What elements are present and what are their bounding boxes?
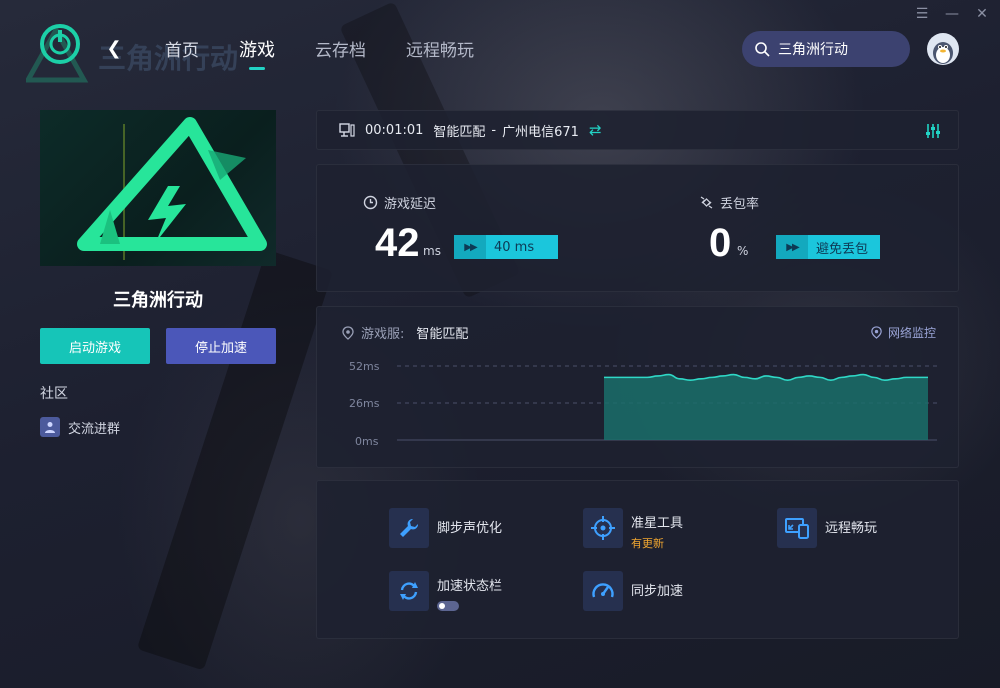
start-game-button[interactable]: 启动游戏 xyxy=(40,328,150,364)
close-icon[interactable]: ✕ xyxy=(974,6,990,22)
game-cover xyxy=(40,110,276,266)
latency-area-fill xyxy=(604,374,928,440)
stats-panel: 游戏延迟 42 ms ▶▶ 40 ms 丢包率 0 % ▶▶ 避免丢包 xyxy=(316,164,959,292)
delta-logo-icon xyxy=(77,117,267,260)
community-heading: 社区 xyxy=(40,386,68,402)
latency-unit: ms xyxy=(423,244,441,258)
latency-value: 42 xyxy=(375,221,420,265)
tab-remote-play[interactable]: 远程畅玩 xyxy=(406,36,474,70)
separator: - xyxy=(491,122,497,138)
y-tick-label: 26ms xyxy=(349,397,380,410)
session-timer: 00:01:01 xyxy=(365,122,424,138)
wrench-icon xyxy=(389,508,429,548)
minimize-icon[interactable]: — xyxy=(944,6,960,22)
search-box[interactable]: 三角洲行动 xyxy=(742,31,910,67)
location-pin-icon xyxy=(871,326,882,339)
tool-label: 加速状态栏 xyxy=(437,579,503,594)
tool-remote-play[interactable]: 远程畅玩 xyxy=(777,508,877,548)
server-value: 智能匹配 xyxy=(416,327,469,342)
tool-label: 准星工具 xyxy=(631,516,684,531)
menu-icon[interactable]: ☰ xyxy=(914,6,930,22)
clock-icon xyxy=(363,195,378,210)
update-badge: 有更新 xyxy=(631,537,664,550)
location-pin-icon xyxy=(342,325,354,340)
crosshair-icon xyxy=(583,508,623,548)
background-rifle xyxy=(136,249,334,671)
loss-label: 丢包率 xyxy=(720,197,760,212)
fast-forward-icon: ▶▶ xyxy=(776,235,808,259)
tool-label: 同步加速 xyxy=(631,584,684,599)
broken-link-icon xyxy=(700,196,713,209)
game-title: 三角洲行动 xyxy=(113,290,203,311)
network-monitor-label: 网络监控 xyxy=(887,326,936,340)
refresh-icon xyxy=(389,571,429,611)
latency-label: 游戏延迟 xyxy=(384,197,437,212)
server-label: 游戏服: xyxy=(361,327,405,342)
search-icon xyxy=(755,42,770,57)
match-mode: 智能匹配 xyxy=(433,124,486,140)
main-nav: 首页 游戏 云存档 远程畅玩 xyxy=(165,36,474,70)
loss-badge[interactable]: ▶▶ 避免丢包 xyxy=(776,235,880,259)
tool-label: 远程畅玩 xyxy=(825,521,878,536)
status-bar-toggle[interactable] xyxy=(437,601,459,611)
connection-status-bar: 00:01:01 智能匹配 - 广州电信671 ⇄ xyxy=(316,110,959,150)
remote-screen-icon xyxy=(777,508,817,548)
game-server-info: 游戏服: 智能匹配 xyxy=(341,323,468,342)
avatar[interactable] xyxy=(927,33,959,65)
tool-label: 脚步声优化 xyxy=(437,521,503,536)
loss-label-group: 丢包率 xyxy=(699,193,759,212)
node-name: 广州电信671 xyxy=(502,124,579,140)
users-icon xyxy=(40,417,60,437)
penguin-avatar-icon xyxy=(933,42,953,64)
window-controls: ☰ — ✕ xyxy=(914,6,990,22)
tool-crosshair[interactable]: 准星工具 有更新 xyxy=(583,508,683,551)
search-input[interactable]: 三角洲行动 xyxy=(778,39,848,59)
stop-acceleration-button[interactable]: 停止加速 xyxy=(166,328,276,364)
tab-cloud-save[interactable]: 云存档 xyxy=(315,36,366,70)
fast-forward-icon: ▶▶ xyxy=(454,235,486,259)
latency-chart-panel: 52ms 26ms 0ms 游戏服: 智能匹配 网络监控 xyxy=(316,306,959,468)
latency-label-group: 游戏延迟 xyxy=(363,193,436,212)
tools-panel: 脚步声优化 准星工具 有更新 远程畅玩 加速状态栏 同步加速 xyxy=(316,480,959,639)
network-monitor-link[interactable]: 网络监控 xyxy=(870,324,936,341)
tool-status-bar[interactable]: 加速状态栏 xyxy=(389,571,502,611)
tool-footstep-optimize[interactable]: 脚步声优化 xyxy=(389,508,502,548)
settings-sliders-icon[interactable] xyxy=(924,122,942,140)
gauge-icon xyxy=(583,571,623,611)
y-tick-label: 52ms xyxy=(349,360,380,373)
tool-sync-acceleration[interactable]: 同步加速 xyxy=(583,571,683,611)
back-button[interactable]: ❮ xyxy=(103,38,125,60)
y-tick-label: 0ms xyxy=(355,435,379,448)
loss-unit: % xyxy=(737,244,749,258)
latency-badge[interactable]: ▶▶ 40 ms xyxy=(454,235,558,259)
tab-home[interactable]: 首页 xyxy=(165,36,199,70)
loss-value: 0 xyxy=(709,221,732,265)
latency-badge-text: 40 ms xyxy=(494,239,535,255)
join-group-link[interactable]: 交流进群 xyxy=(40,417,120,437)
switch-node-icon[interactable]: ⇄ xyxy=(589,121,602,139)
loss-badge-text: 避免丢包 xyxy=(816,241,869,257)
tab-games[interactable]: 游戏 xyxy=(239,36,275,70)
join-group-label: 交流进群 xyxy=(68,421,121,437)
pc-icon xyxy=(339,123,355,137)
